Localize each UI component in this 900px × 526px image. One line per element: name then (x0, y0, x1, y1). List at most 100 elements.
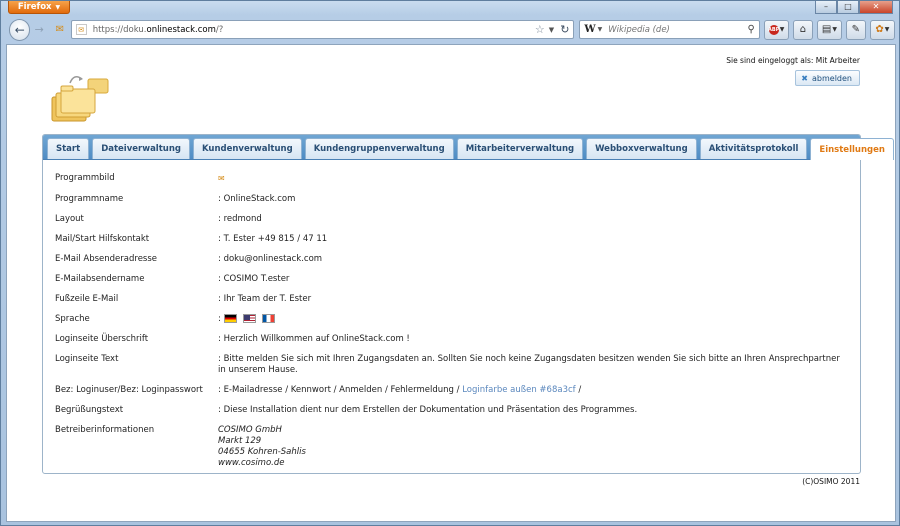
setting-value: : Bitte melden Sie sich mit Ihren Zugang… (218, 354, 840, 375)
setting-row-loginuser: Bez: Loginuser/Bez: Loginpasswort : E-Ma… (55, 385, 845, 396)
firefox-menu-label: Firefox (17, 2, 52, 12)
reload-icon[interactable]: ↻ (560, 23, 569, 36)
setting-row-absendername: E-Mailabsendername : COSIMO T.ester (55, 274, 845, 285)
navigation-toolbar: ← → ✉ ✉ https://doku.onlinestack.com/? ☆… (5, 17, 896, 42)
setting-value: : T. Ester +49 815 / 47 11 (218, 234, 328, 244)
url-history-dropdown-icon[interactable]: ▼ (549, 26, 554, 34)
setting-row-logintext: Loginseite Text : Bitte melden Sie sich … (55, 354, 845, 376)
home-icon: ⌂ (799, 24, 807, 35)
setting-label: E-Mail Absenderadresse (55, 254, 158, 264)
search-engine-dropdown-icon[interactable]: ▼ (598, 26, 603, 33)
setting-label: Programmbild (55, 173, 115, 183)
search-bar[interactable]: W ▼ ⚲ (579, 20, 760, 39)
feather-icon: ✎ (851, 24, 861, 35)
forward-arrow-icon: → (34, 23, 44, 36)
setting-label: Mail/Start Hilfskontakt (55, 234, 150, 244)
chevron-down-icon: ▼ (55, 3, 61, 11)
setting-row-hilfskontakt: Mail/Start Hilfskontakt : T. Ester +49 8… (55, 234, 845, 245)
address-bar[interactable]: ✉ https://doku.onlinestack.com/? ☆ ▼ ↻ (70, 20, 575, 39)
bookmarks-icon: ▤ (821, 24, 832, 35)
adblock-button[interactable]: ABP ▼ (763, 19, 790, 40)
setting-value-tail: / (575, 385, 582, 395)
bookmark-star-icon[interactable]: ☆ (535, 23, 545, 36)
close-icon: ✖ (801, 73, 808, 83)
language-flags (223, 314, 275, 323)
back-arrow-icon: ← (14, 22, 25, 37)
tab-start[interactable]: Start (47, 138, 90, 159)
page-identity-icon[interactable]: ✉ (53, 23, 67, 37)
url-text[interactable]: https://doku.onlinestack.com/? (93, 25, 535, 35)
setting-value: : Diese Installation dient nur dem Erste… (218, 405, 638, 415)
french-flag-icon[interactable] (261, 314, 275, 323)
setting-row-begruessung: Begrüßungstext : Diese Installation dien… (55, 405, 845, 416)
setting-value: : redmond (218, 214, 262, 224)
tab-kundenverwaltung[interactable]: Kundenverwaltung (192, 138, 302, 159)
setting-value: : E-Mailadresse / Kennwort / Anmelden / … (218, 385, 845, 396)
us-flag-icon[interactable] (242, 314, 256, 323)
folder-logo-icon (51, 76, 109, 122)
setting-label: Fußzeile E-Mail (55, 294, 119, 304)
tab-aktivitaetsprotokoll[interactable]: Aktivitätsprotokoll (699, 138, 808, 159)
setting-value: ✉ (218, 173, 845, 185)
setting-row-sprache: Sprache : (55, 314, 845, 325)
extension-menu-button[interactable]: ✿ ▼ (869, 19, 896, 40)
setting-label: Loginseite Überschrift (55, 334, 149, 344)
setting-value: : Herzlich Willkommen auf OnlineStack.co… (218, 334, 410, 344)
forward-button[interactable]: → (31, 22, 47, 38)
minimize-button[interactable]: – (815, 1, 837, 14)
browser-window: Firefox ▼ – □ ✕ ← → ✉ ✉ https://doku.onl… (0, 0, 900, 526)
chevron-down-icon: ▼ (884, 26, 890, 33)
site-favicon-icon: ✉ (75, 24, 87, 35)
address-line: COSIMO GmbH (218, 425, 282, 435)
url-suffix: /? (215, 24, 224, 35)
login-status: Sie sind eingeloggt als: Mit Arbeiter (726, 56, 860, 65)
setting-label: Betreiberinformationen (55, 425, 155, 435)
setting-value: : doku@onlinestack.com (218, 254, 323, 264)
back-button[interactable]: ← (9, 18, 31, 41)
search-input[interactable] (608, 24, 748, 35)
firefox-menu-button[interactable]: Firefox ▼ (8, 1, 70, 14)
settings-panel: Start Dateiverwaltung Kundenverwaltung K… (42, 134, 894, 474)
setting-row-ueberschrift: Loginseite Überschrift : Herzlich Willko… (55, 334, 845, 345)
address-line: www.cosimo.de (218, 458, 285, 468)
wikipedia-icon[interactable]: W (584, 24, 595, 35)
address-line: Markt 129 (218, 436, 262, 446)
close-button[interactable]: ✕ (859, 1, 893, 14)
setting-label: Programmname (55, 194, 124, 204)
tab-kundengruppenverwaltung[interactable]: Kundengruppenverwaltung (304, 138, 454, 159)
addon-button[interactable]: ✎ (846, 19, 866, 40)
setting-value: : OnlineStack.com (218, 194, 296, 204)
german-flag-icon[interactable] (223, 314, 237, 323)
tab-webboxverwaltung[interactable]: Webboxverwaltung (586, 138, 697, 159)
tab-mitarbeiterverwaltung[interactable]: Mitarbeiterverwaltung (456, 138, 584, 159)
setting-label: Layout (55, 214, 84, 224)
chevron-down-icon: ▼ (779, 26, 785, 33)
copyright: (C)OSIMO 2011 (802, 477, 860, 486)
tab-dateiverwaltung[interactable]: Dateiverwaltung (92, 138, 190, 159)
login-color-link[interactable]: Loginfarbe außen #68a3cf (462, 385, 575, 395)
setting-label: Sprache (55, 314, 90, 324)
maximize-button[interactable]: □ (837, 1, 859, 14)
bookmarks-menu-button[interactable]: ▤ ▼ (816, 19, 843, 40)
search-icon[interactable]: ⚲ (748, 24, 755, 35)
page-content: Sie sind eingeloggt als: Mit Arbeiter ✖ … (6, 44, 896, 522)
url-prefix: https://doku. (92, 24, 147, 35)
setting-value: : (218, 314, 845, 325)
setting-value: : COSIMO T.ester (218, 274, 290, 284)
address-line: 04655 Kohren-Sahlis (218, 447, 306, 457)
setting-row-programmname: Programmname : OnlineStack.com (55, 194, 845, 205)
chevron-down-icon: ▼ (832, 26, 837, 33)
logout-button[interactable]: ✖ abmelden (795, 70, 860, 86)
setting-row-fusszeile: Fußzeile E-Mail : Ihr Team der T. Ester (55, 294, 845, 305)
tab-einstellungen[interactable]: Einstellungen (810, 138, 894, 160)
setting-label: Begrüßungstext (55, 405, 124, 415)
puzzle-icon: ✿ (875, 24, 884, 35)
home-button[interactable]: ⌂ (793, 19, 813, 40)
setting-label: E-Mailabsendername (55, 274, 145, 284)
window-controls: – □ ✕ (815, 1, 893, 14)
setting-row-betreiber: Betreiberinformationen COSIMO GmbH Markt… (55, 425, 845, 469)
settings-list: Programmbild ✉ Programmname : OnlineStac… (55, 173, 845, 478)
setting-row-absenderadresse: E-Mail Absenderadresse : doku@onlinestac… (55, 254, 845, 265)
setting-label: Bez: Loginuser/Bez: Loginpasswort (55, 385, 203, 395)
tab-bar: Start Dateiverwaltung Kundenverwaltung K… (43, 135, 894, 160)
